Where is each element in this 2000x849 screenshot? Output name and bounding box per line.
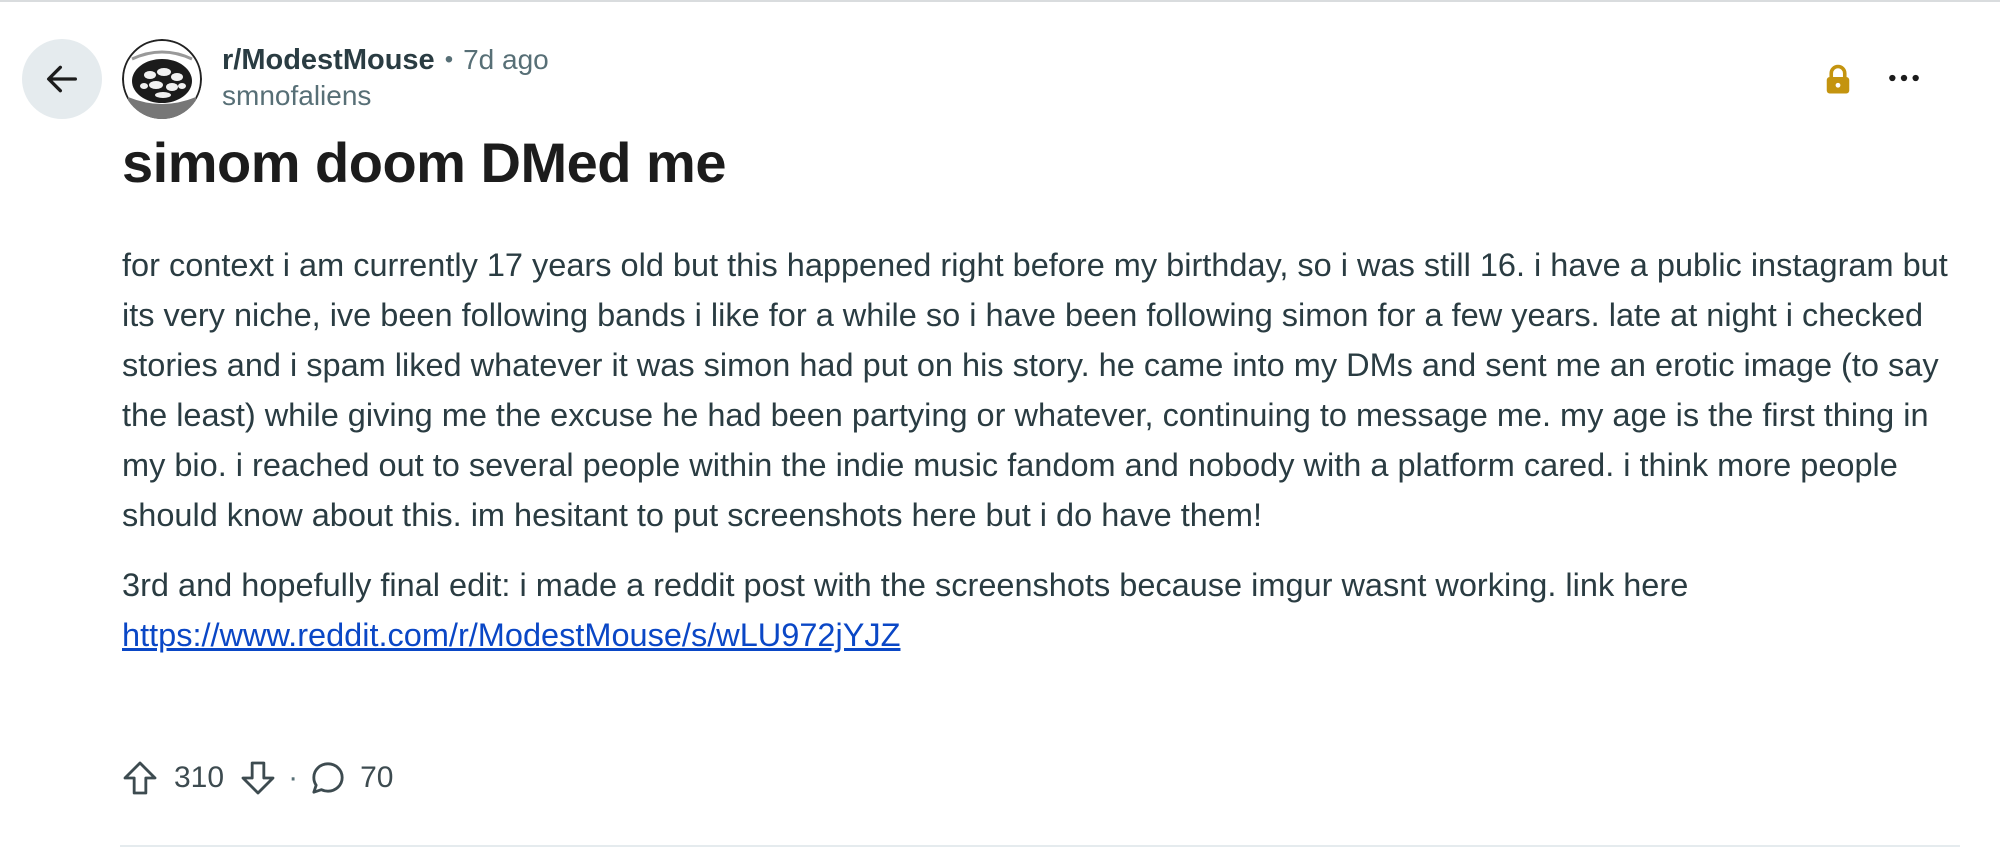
bottom-divider xyxy=(120,845,1960,847)
comment-count: 70 xyxy=(360,761,394,794)
meta-separator: • xyxy=(444,46,454,73)
vote-score: 310 xyxy=(174,761,225,794)
arrow-up-icon xyxy=(123,761,157,795)
lock-icon xyxy=(1820,62,1856,98)
post-action-bar: 310 · 70 xyxy=(120,754,393,802)
speech-bubble-icon xyxy=(312,762,344,794)
arrow-down-icon xyxy=(241,761,275,795)
subreddit-link[interactable]: r/ModestMouse xyxy=(222,44,435,77)
upvote-button[interactable] xyxy=(120,757,160,799)
screenshots-link[interactable]: https://www.reddit.com/r/ModestMouse/s/w… xyxy=(122,617,900,653)
post-body: for context i am currently 17 years old … xyxy=(122,240,1952,680)
comments-button[interactable] xyxy=(308,758,348,798)
downvote-button[interactable] xyxy=(238,757,278,799)
top-divider xyxy=(0,0,2000,2)
overflow-menu-button[interactable] xyxy=(1876,50,1932,106)
arrow-left-icon xyxy=(47,65,78,93)
body-paragraph-edit: 3rd and hopefully final edit: i made a r… xyxy=(122,560,1952,660)
author-link[interactable]: smnofaliens xyxy=(222,80,371,112)
back-button[interactable] xyxy=(22,39,102,119)
edit-text: 3rd and hopefully final edit: i made a r… xyxy=(122,567,1689,603)
body-paragraph: for context i am currently 17 years old … xyxy=(122,247,1948,533)
more-horizontal-icon xyxy=(1889,74,1919,82)
action-separator: · xyxy=(288,761,299,794)
post-timestamp: 7d ago xyxy=(463,44,549,75)
post-title: simom doom DMed me xyxy=(122,131,726,194)
post-meta: r/ModestMouse • 7d ago xyxy=(222,40,549,80)
subreddit-avatar[interactable] xyxy=(122,39,202,119)
